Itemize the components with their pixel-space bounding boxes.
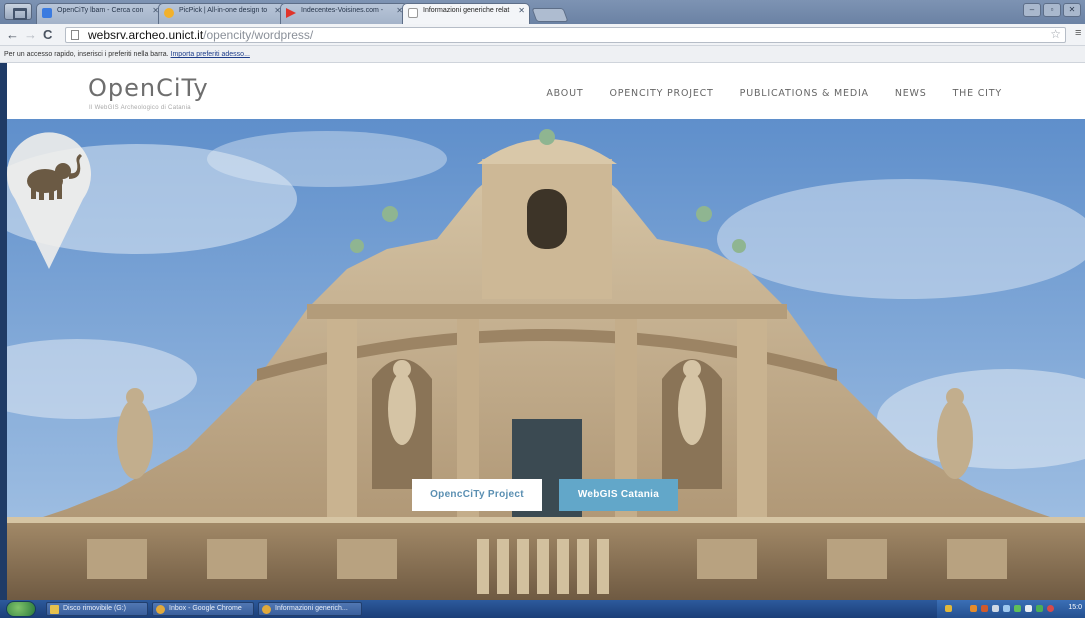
- minimize-icon[interactable]: –: [1023, 3, 1041, 17]
- window-controls: – ▫ ✕: [1023, 3, 1081, 17]
- nav-publications-media[interactable]: PUBLICATIONS & MEDIA: [740, 88, 869, 99]
- new-tab-button[interactable]: [531, 8, 569, 22]
- close-window-icon[interactable]: ✕: [1063, 3, 1081, 17]
- window-menu-icon[interactable]: [4, 3, 32, 20]
- web-page: OpenCiTy Il WebGIS Archeologico di Catan…: [7, 63, 1085, 600]
- tab-informazioni[interactable]: Informazioni generiche relat ✕: [402, 3, 530, 24]
- bookmark-bar: Per un accesso rapido, inserisci i prefe…: [0, 46, 1085, 63]
- maximize-icon[interactable]: ▫: [1043, 3, 1061, 17]
- main-navigation: ABOUT OPENCITY PROJECT PUBLICATIONS & ME…: [546, 88, 1002, 99]
- nav-the-city[interactable]: THE CITY: [953, 88, 1002, 99]
- import-bookmarks-link[interactable]: Importa preferiti adesso...: [171, 51, 250, 58]
- tab-label: Indecentes-Voisines.com -: [301, 7, 384, 14]
- play-favicon-icon: [286, 8, 296, 18]
- opencity-project-button[interactable]: OpencCiTy Project: [412, 479, 542, 511]
- nav-opencity-project[interactable]: OPENCITY PROJECT: [609, 88, 713, 99]
- folder-icon: [50, 605, 59, 614]
- taskbar-clock[interactable]: 15:0: [1068, 604, 1082, 611]
- tray-app-icon[interactable]: [1014, 605, 1021, 612]
- close-tab-icon[interactable]: ✕: [518, 6, 525, 15]
- google-favicon-icon: [42, 8, 52, 18]
- tab-picpick[interactable]: PicPick | All-in-one design to ✕: [158, 3, 286, 24]
- tray-app-icon[interactable]: [1025, 605, 1032, 612]
- nav-news[interactable]: NEWS: [895, 88, 927, 99]
- screen: OpenCiTy lbam - Cerca con ✕ PicPick | Al…: [0, 0, 1085, 618]
- bookmark-bar-hint: Per un accesso rapido, inserisci i prefe…: [4, 51, 169, 58]
- taskbar-item-informazioni[interactable]: Informazioni generich...: [258, 602, 362, 616]
- forward-arrow-icon[interactable]: →: [24, 27, 37, 42]
- browser-tab-strip: OpenCiTy lbam - Cerca con ✕ PicPick | Al…: [0, 0, 1085, 24]
- tab-label: PicPick | All-in-one design to: [179, 7, 268, 14]
- reload-icon[interactable]: C: [43, 27, 52, 42]
- tab-label: Informazioni generiche relat: [423, 7, 510, 14]
- tray-alert-icon[interactable]: [1047, 605, 1054, 612]
- url-host: websrv.archeo.unict.it: [88, 28, 204, 42]
- address-bar[interactable]: websrv.archeo.unict.it/opencity/wordpres…: [65, 27, 1066, 43]
- chrome-icon: [262, 605, 271, 614]
- start-button[interactable]: [6, 601, 36, 617]
- hero-banner: OpencCiTy Project WebGIS Catania: [7, 119, 1085, 600]
- tab-opencity-search[interactable]: OpenCiTy lbam - Cerca con ✕: [36, 3, 164, 24]
- url-path: /opencity/wordpress/: [203, 28, 314, 42]
- back-arrow-icon[interactable]: ←: [6, 27, 19, 42]
- site-header: OpenCiTy Il WebGIS Archeologico di Catan…: [7, 63, 1085, 119]
- tray-app-icon[interactable]: [1036, 605, 1043, 612]
- bookmark-star-icon[interactable]: ☆: [1050, 27, 1061, 41]
- tab-label: OpenCiTy lbam - Cerca con: [57, 7, 144, 14]
- picpick-favicon-icon: [164, 8, 174, 18]
- site-logo[interactable]: OpenCiTy: [88, 74, 209, 102]
- chrome-icon: [156, 605, 165, 614]
- tray-language-icon[interactable]: [945, 605, 952, 612]
- taskbar-item-label: Disco rimovibile (G:): [63, 605, 127, 612]
- site-tagline: Il WebGIS Archeologico di Catania: [89, 105, 191, 111]
- tab-indecentes[interactable]: Indecentes-Voisines.com - ✕: [280, 3, 408, 24]
- page-icon: [71, 30, 79, 40]
- browser-toolbar: ← → C websrv.archeo.unict.it/opencity/wo…: [0, 24, 1085, 46]
- windows-taskbar: Disco rimovibile (G:) Inbox - Google Chr…: [0, 600, 1085, 618]
- taskbar-item-removable-disk[interactable]: Disco rimovibile (G:): [46, 602, 148, 616]
- webgis-catania-button[interactable]: WebGIS Catania: [559, 479, 678, 511]
- nav-about[interactable]: ABOUT: [546, 88, 583, 99]
- tray-volume-icon[interactable]: [1003, 605, 1010, 612]
- cathedral-facade-image: [7, 119, 1085, 600]
- elephant-map-pin-icon: [7, 132, 91, 269]
- page-favicon-icon: [408, 8, 418, 18]
- taskbar-item-label: Inbox - Google Chrome: [169, 605, 242, 612]
- tab-list: OpenCiTy lbam - Cerca con ✕ PicPick | Al…: [36, 3, 569, 24]
- taskbar-item-label: Informazioni generich...: [275, 605, 348, 612]
- tray-app-icon[interactable]: [970, 605, 977, 612]
- taskbar-item-inbox-chrome[interactable]: Inbox - Google Chrome: [152, 602, 254, 616]
- tray-app-icon[interactable]: [981, 605, 988, 612]
- chrome-menu-icon[interactable]: ≡: [1075, 27, 1085, 39]
- system-tray: 15:0: [937, 600, 1085, 618]
- tray-network-icon[interactable]: [992, 605, 999, 612]
